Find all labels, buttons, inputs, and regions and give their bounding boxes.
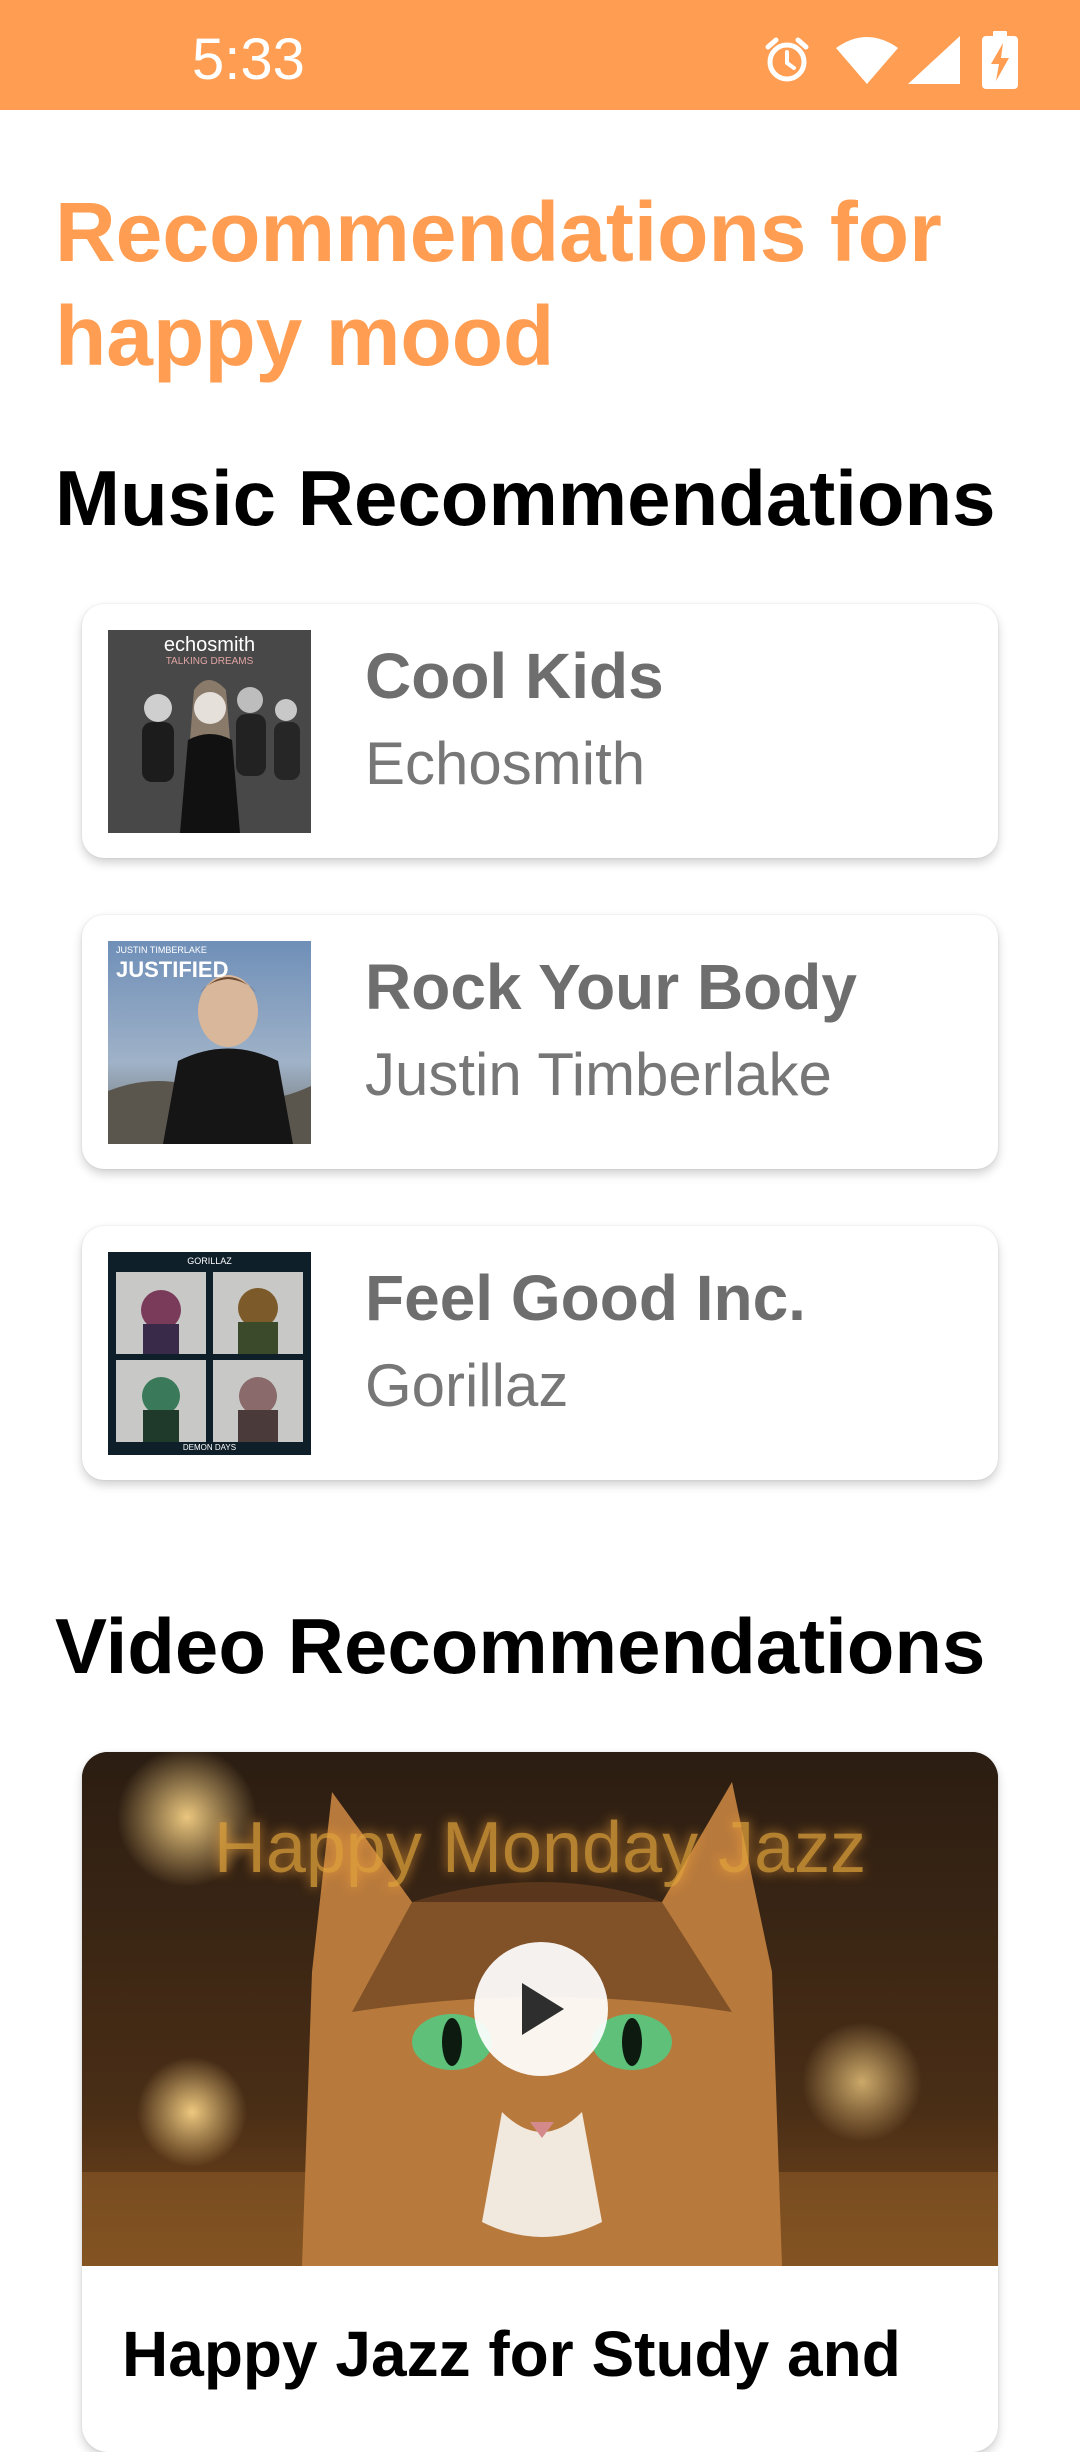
- alarm-icon: [762, 35, 812, 85]
- music-list: echosmith TALKING DREAMS Cool Kids Echos…: [82, 604, 998, 1537]
- play-icon: [522, 1983, 564, 2035]
- album-art-text: JUSTIN TIMBERLAKE: [116, 945, 207, 955]
- album-art-subtext: TALKING DREAMS: [165, 656, 254, 667]
- wifi-icon: [834, 34, 900, 86]
- album-art-talking-dreams: echosmith TALKING DREAMS: [108, 630, 311, 833]
- album-art-text: GORILLAZ: [187, 1256, 232, 1266]
- video-title: Happy Jazz for Study and: [122, 2318, 901, 2390]
- song-artist: Justin Timberlake: [365, 1041, 832, 1108]
- album-art-justified: JUSTIN TIMBERLAKE JUSTIFIED: [108, 941, 311, 1144]
- video-thumbnail[interactable]: Happy Monday Jazz: [82, 1752, 998, 2266]
- thumbnail-text: Happy Monday Jazz: [213, 1808, 867, 1888]
- status-time: 5:33: [192, 27, 305, 92]
- music-card[interactable]: GORILLAZ DEMON DAYS Feel Good Inc. Goril…: [82, 1226, 998, 1480]
- page-title: Recommendations for happy mood: [55, 185, 942, 383]
- status-icons: [762, 30, 1018, 90]
- song-title: Cool Kids: [365, 640, 664, 712]
- album-art-demon-days: GORILLAZ DEMON DAYS: [108, 1252, 311, 1455]
- video-card[interactable]: Happy Monday Jazz Happy Jazz for Study a…: [82, 1752, 998, 2452]
- music-card[interactable]: JUSTIN TIMBERLAKE JUSTIFIED Rock Your Bo…: [82, 915, 998, 1169]
- play-button[interactable]: [474, 1942, 608, 2076]
- album-art-subtext: DEMON DAYS: [182, 1443, 237, 1452]
- album-art-text: echosmith: [163, 634, 256, 656]
- video-section-title: Video Recommendations: [55, 1602, 986, 1690]
- album-art-subtext: JUSTIFIED: [116, 957, 229, 982]
- song-artist: Echosmith: [365, 730, 646, 797]
- signal-icon: [906, 34, 962, 86]
- music-card[interactable]: echosmith TALKING DREAMS Cool Kids Echos…: [82, 604, 998, 858]
- battery-charging-icon: [982, 31, 1018, 89]
- song-title: Feel Good Inc.: [365, 1262, 806, 1334]
- song-artist: Gorillaz: [365, 1352, 569, 1419]
- song-title: Rock Your Body: [365, 951, 857, 1023]
- music-section-title: Music Recommendations: [55, 454, 996, 542]
- status-bar: 5:33: [0, 0, 1080, 110]
